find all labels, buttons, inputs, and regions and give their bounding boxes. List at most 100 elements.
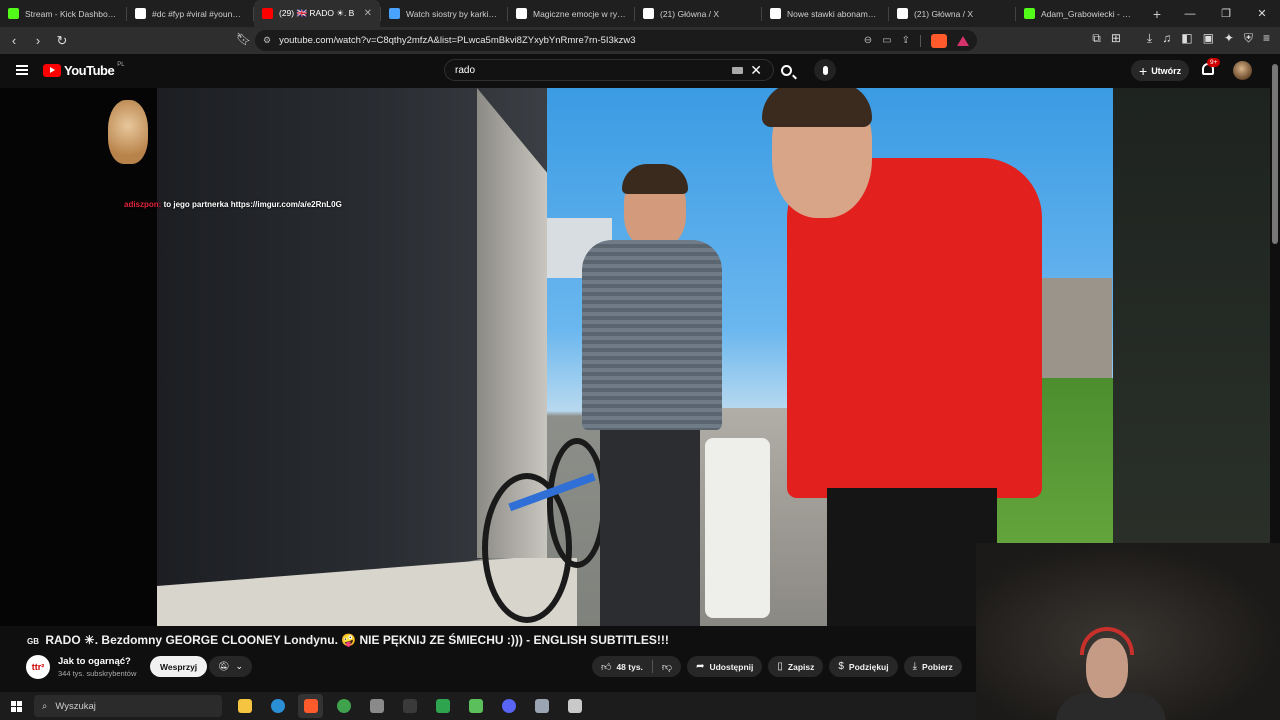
flag-label: GB <box>27 637 39 646</box>
app-icon <box>534 699 549 713</box>
create-label: Utwórz <box>1151 65 1182 76</box>
hamburger-menu-icon[interactable] <box>16 65 28 75</box>
tiktok-icon <box>770 8 781 19</box>
browser-menu-icon[interactable]: ≡ <box>1263 31 1270 46</box>
new-tab-button[interactable]: + <box>1146 6 1168 22</box>
taskbar-app[interactable] <box>298 694 323 718</box>
close-window-icon[interactable]: ✕ <box>1244 0 1280 27</box>
channel-name[interactable]: Jak to ogarnąć? <box>58 656 131 667</box>
media-icon[interactable]: ♫ <box>1162 31 1171 46</box>
tab-title: (21) Główna / X <box>660 8 720 19</box>
taskbar-app[interactable] <box>430 694 455 718</box>
subscription-bell-button[interactable]: 🔕︎ ⌄ <box>209 656 252 677</box>
browser-tab[interactable]: Stream - Kick Dashboard <box>0 0 126 27</box>
youtube-logo[interactable]: YouTube PL <box>43 62 125 78</box>
taskbar-search-input[interactable]: ⌕ Wyszukaj <box>34 695 222 717</box>
taskbar-app[interactable] <box>397 694 422 718</box>
browser-tab[interactable]: (21) Główna / X <box>635 0 761 27</box>
like-count: 48 tys. <box>616 661 643 672</box>
leo-ai-icon[interactable]: ✦ <box>1224 31 1234 46</box>
file-explorer-icon <box>237 699 252 713</box>
brave-shields-icon[interactable] <box>931 33 947 48</box>
hamster-sticker <box>108 100 148 164</box>
browser-tab[interactable]: (29) 🇬🇧 RADO ☀. B ✕ <box>254 0 380 27</box>
taskbar-app[interactable] <box>562 694 587 718</box>
x-icon <box>643 8 654 19</box>
subscriber-count: 344 tys. subskrybentów <box>58 669 137 678</box>
vpn-icon[interactable]: ⛨ <box>1244 31 1253 46</box>
dislike-button[interactable]: 👎︎ <box>653 656 681 677</box>
minimize-icon[interactable]: — <box>1172 0 1208 27</box>
plus-icon: + <box>1139 62 1148 79</box>
clear-search-icon[interactable]: ✕ <box>750 62 762 79</box>
taskbar-app[interactable] <box>265 694 290 718</box>
close-tab-icon[interactable]: ✕ <box>364 8 372 19</box>
cast-icon[interactable]: ▭ <box>882 35 891 46</box>
extensions-icon[interactable]: ⧉ <box>1092 31 1101 46</box>
voice-search-button[interactable] <box>814 59 836 81</box>
headphones <box>1080 627 1134 655</box>
chrome-icon <box>336 699 351 713</box>
create-button[interactable]: + Utwórz <box>1131 60 1190 81</box>
keyboard-icon[interactable] <box>732 67 743 74</box>
back-icon[interactable]: ‹ <box>4 31 24 51</box>
reload-icon[interactable]: ↻ <box>52 31 72 51</box>
taskbar-app[interactable] <box>463 694 488 718</box>
restore-icon[interactable]: ❐ <box>1208 0 1244 27</box>
account-avatar[interactable] <box>1233 61 1252 80</box>
stream-overlay-panel <box>1113 88 1270 543</box>
screenshot-icon[interactable]: ⊞ <box>1111 31 1121 46</box>
streaming-app-icon <box>468 699 483 713</box>
tiktok-icon <box>135 8 146 19</box>
wallet-icon[interactable]: ▣ <box>1203 31 1214 46</box>
start-button[interactable] <box>0 692 32 720</box>
tab-title: Adam_Grabowiecki - Watch <box>1041 8 1134 19</box>
browser-tab[interactable]: Magiczne emocje w rytmach <box>508 0 634 27</box>
brave-rewards-icon[interactable] <box>957 35 969 46</box>
chevron-down-icon: ⌄ <box>235 661 243 671</box>
taskbar-app[interactable] <box>331 694 356 718</box>
taskbar-search-placeholder: Wyszukaj <box>55 700 96 712</box>
taskbar-app[interactable] <box>529 694 554 718</box>
bookmark-icon[interactable]: 🔖︎ <box>236 32 251 46</box>
downloads-icon[interactable]: ⤓ <box>1147 31 1152 46</box>
like-button[interactable]: 👍︎ 48 tys. <box>592 656 652 677</box>
tab-title: (29) 🇬🇧 RADO ☀. B <box>279 8 355 18</box>
thanks-button[interactable]: $ Podziękuj <box>829 656 898 677</box>
video-title-text: RADO ☀. Bezdomny GEORGE CLOONEY Londynu.… <box>45 633 669 647</box>
browser-tab[interactable]: (21) Główna / X <box>889 0 1015 27</box>
discord-icon <box>501 699 516 713</box>
browser-tab[interactable]: Adam_Grabowiecki - Watch <box>1016 0 1142 27</box>
browser-tab[interactable]: Nowe stawki abonamentu <box>762 0 888 27</box>
search-input[interactable]: rado ✕ <box>444 59 774 81</box>
forward-icon[interactable]: › <box>28 31 48 51</box>
edge-icon <box>270 699 285 713</box>
obs-icon <box>402 699 417 713</box>
search-icon: ⌕ <box>42 700 48 712</box>
taskbar-app[interactable] <box>364 694 389 718</box>
support-button[interactable]: Wesprzyj <box>150 656 208 677</box>
share-button[interactable]: ➦ Udostępnij <box>687 656 763 677</box>
like-dislike-group: 👍︎ 48 tys. 👎︎ <box>592 656 682 677</box>
mic-icon <box>822 65 828 75</box>
taskbar-apps <box>232 694 587 718</box>
browser-toolbar: ⧉ ⊞ ⤓ ♫ ◧ ▣ ✦ ⛨ ≡ <box>1092 31 1270 46</box>
site-settings-icon[interactable]: ⚙ <box>263 35 271 46</box>
browser-tab[interactable]: Watch siostry by karki98 | <box>381 0 507 27</box>
share-page-icon[interactable]: ⇪ <box>902 35 910 46</box>
channel-avatar[interactable]: ttr² <box>26 655 50 679</box>
youtube-header: YouTube PL rado ✕ + Utwórz 9+ <box>0 54 1280 88</box>
kick-icon <box>1024 8 1035 19</box>
download-button[interactable]: ⤓ Pobierz <box>903 656 962 677</box>
browser-tab[interactable]: #dc #fyp #viral #youngmulti <box>127 0 253 27</box>
taskbar-app[interactable] <box>496 694 521 718</box>
url-field[interactable]: ⚙ youtube.com/watch?v=C8qthy2mfzA&list=P… <box>255 30 977 51</box>
sidebar-icon[interactable]: ◧ <box>1181 31 1192 46</box>
taskbar-app[interactable] <box>232 694 257 718</box>
save-button[interactable]: ▯ Zapisz <box>768 656 824 677</box>
search-button[interactable] <box>772 59 800 81</box>
thanks-label: Podziękuj <box>848 661 889 672</box>
scrollbar-thumb[interactable] <box>1272 64 1278 244</box>
play-icon <box>435 699 450 713</box>
zoom-icon[interactable]: ⊖ <box>864 35 872 46</box>
